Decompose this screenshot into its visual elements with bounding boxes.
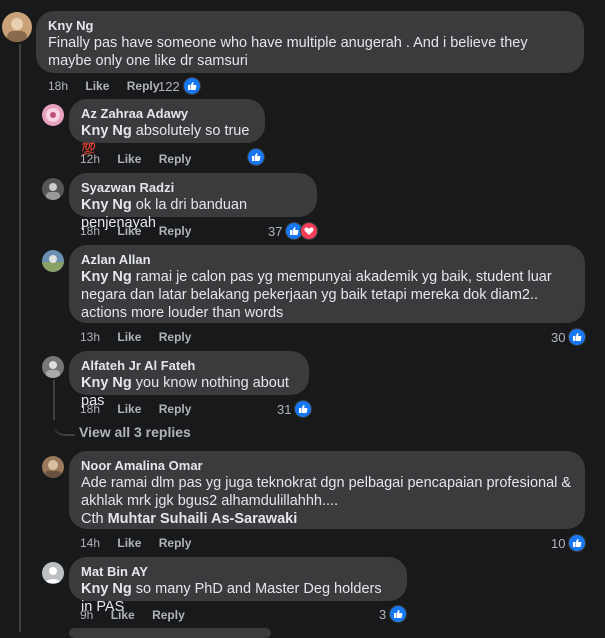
thread-line-main — [19, 44, 21, 632]
mention-link[interactable]: Kny Ng — [81, 581, 132, 597]
reply-button[interactable]: Reply — [159, 330, 192, 344]
default-avatar-icon — [45, 567, 61, 583]
comment-actions: 18h Like Reply — [48, 79, 173, 93]
mention-link[interactable]: Kny Ng — [81, 375, 132, 391]
reaction-count[interactable]: 37 — [268, 222, 319, 240]
reply-button[interactable]: Reply — [159, 402, 192, 416]
comment-text: absolutely so true — [131, 123, 250, 139]
reaction-number: 122 — [158, 78, 180, 94]
reaction-number: 37 — [268, 223, 283, 239]
love-reaction-icon — [300, 222, 319, 240]
like-button[interactable]: Like — [111, 608, 135, 622]
comment-author[interactable]: Syazwan Radzi — [81, 180, 305, 196]
comment-time[interactable]: 18h — [80, 402, 100, 416]
view-replies-link[interactable]: View all 3 replies — [79, 424, 191, 440]
comment-bubble-partial — [69, 628, 271, 638]
like-button[interactable]: Like — [117, 224, 141, 238]
avatar-image-icon — [42, 255, 64, 272]
reaction-number: 30 — [551, 329, 566, 345]
comment-actions: 12h Like Reply — [80, 152, 205, 166]
avatar-image-icon — [45, 460, 61, 478]
like-button[interactable]: Like — [117, 402, 141, 416]
like-reaction-icon — [568, 534, 587, 552]
reaction-number: 31 — [277, 401, 292, 417]
comment-time[interactable]: 13h — [80, 330, 100, 344]
avatar[interactable] — [42, 356, 64, 378]
comment-bubble: Alfateh Jr Al Fateh Kny Ng you know noth… — [69, 351, 309, 409]
comment-time[interactable]: 18h — [80, 224, 100, 238]
reaction-count[interactable] — [247, 148, 265, 166]
comment-bubble: Noor Amalina Omar Ade ramai dlm pas yg j… — [69, 451, 585, 529]
like-button[interactable]: Like — [117, 330, 141, 344]
comment-bubble: Mat Bin AY Kny Ng so many PhD and Master… — [69, 557, 407, 615]
comment-bubble: Kny Ng Finally pas have someone who have… — [36, 11, 584, 73]
comment-actions: 13h Like Reply — [80, 330, 205, 344]
reply-button[interactable]: Reply — [127, 79, 160, 93]
avatar-image-icon — [46, 108, 60, 122]
like-reaction-icon — [247, 148, 265, 166]
mention-link[interactable]: Kny Ng — [81, 123, 132, 139]
like-reaction-icon — [568, 328, 587, 346]
reaction-number: 3 — [379, 606, 387, 622]
avatar-image-icon — [46, 361, 60, 378]
reaction-count[interactable]: 10 — [551, 534, 587, 552]
reply-button[interactable]: Reply — [159, 224, 192, 238]
comment-actions: 9h Like Reply — [80, 608, 199, 622]
mention-link[interactable]: Kny Ng — [81, 197, 132, 213]
avatar-image-icon — [46, 183, 60, 200]
comment-author[interactable]: Azlan Allan — [81, 252, 573, 268]
avatar[interactable] — [42, 250, 64, 272]
reaction-count[interactable]: 31 — [277, 400, 313, 418]
avatar[interactable] — [42, 562, 64, 584]
like-button[interactable]: Like — [85, 79, 109, 93]
avatar[interactable] — [42, 456, 64, 478]
comment-author[interactable]: Kny Ng — [48, 18, 572, 34]
comment-bubble: Syazwan Radzi Kny Ng ok la dri banduan p… — [69, 173, 317, 231]
comment-actions: 14h Like Reply — [80, 536, 205, 550]
comment-author[interactable]: Noor Amalina Omar — [81, 458, 573, 474]
comment-time[interactable]: 9h — [80, 608, 93, 622]
mention-link[interactable]: Kny Ng — [81, 269, 132, 285]
comment-actions: 18h Like Reply — [80, 402, 205, 416]
avatar[interactable] — [2, 12, 32, 42]
reply-button[interactable]: Reply — [159, 152, 192, 166]
comment-time[interactable]: 12h — [80, 152, 100, 166]
comment-author[interactable]: Alfateh Jr Al Fateh — [81, 358, 297, 374]
comment-actions: 18h Like Reply — [80, 224, 205, 238]
comment-time[interactable]: 18h — [48, 79, 68, 93]
reaction-count[interactable]: 30 — [551, 328, 587, 346]
like-reaction-icon — [294, 400, 313, 418]
comment-text: Ade ramai dlm pas yg juga teknokrat dgn … — [81, 475, 572, 509]
reply-button[interactable]: Reply — [152, 608, 185, 622]
reaction-count[interactable]: 3 — [379, 605, 408, 623]
like-reaction-icon — [389, 605, 408, 623]
reaction-number: 10 — [551, 535, 566, 551]
like-button[interactable]: Like — [117, 152, 141, 166]
comment-text: ramai je calon pas yg mempunyai akademik… — [81, 269, 552, 321]
comment-bubble: Azlan Allan Kny Ng ramai je calon pas yg… — [69, 245, 585, 323]
comment-bubble: Az Zahraa Adawy Kny Ng absolutely so tru… — [69, 99, 265, 156]
comment-time[interactable]: 14h — [80, 536, 100, 550]
reaction-count[interactable]: 122 — [158, 77, 201, 95]
avatar[interactable] — [42, 104, 64, 126]
thread-connector — [53, 412, 75, 436]
reply-button[interactable]: Reply — [159, 536, 192, 550]
comment-text-prefix: Cth — [81, 511, 108, 527]
comment-author[interactable]: Az Zahraa Adawy — [81, 106, 253, 122]
avatar[interactable] — [42, 178, 64, 200]
mention-link[interactable]: Muhtar Suhaili As-Sarawaki — [108, 511, 298, 527]
like-reaction-icon — [182, 77, 201, 95]
comment-author[interactable]: Mat Bin AY — [81, 564, 395, 580]
like-button[interactable]: Like — [117, 536, 141, 550]
avatar-image-icon — [7, 18, 27, 42]
comment-text: Finally pas have someone who have multip… — [48, 35, 528, 69]
